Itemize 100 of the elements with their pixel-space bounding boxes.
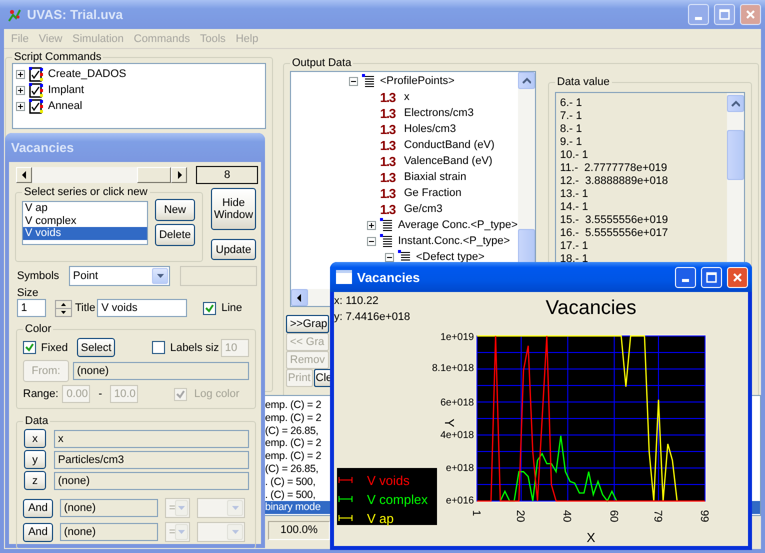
caret-down-icon	[230, 505, 240, 511]
list-item[interactable]: 8.- 1	[560, 123, 723, 136]
tree-item[interactable]: Create_DADOS	[48, 68, 126, 80]
group-label: Output Data	[291, 57, 352, 69]
axis-button[interactable]: x	[24, 429, 46, 448]
axis-tick-label: e+016	[446, 495, 474, 506]
legend-label: V complex	[367, 492, 428, 507]
list-icon	[380, 218, 394, 232]
list-item[interactable]: 18.- 1	[560, 253, 723, 266]
scroll-up-button[interactable]	[727, 95, 744, 112]
tree-item[interactable]: <ProfilePoints>	[380, 75, 455, 87]
list-item[interactable]: 15.- 3.5555556e+019	[560, 214, 723, 227]
window-title: Vacancies	[357, 270, 421, 284]
list-item[interactable]: 11.- 2.7777778e+019	[560, 162, 723, 175]
axis-tick-label: 4e+018	[440, 430, 474, 442]
group-label: Data	[24, 415, 50, 427]
minimize-icon	[695, 16, 702, 20]
tree-item[interactable]: Implant	[48, 84, 84, 96]
list-icon	[362, 74, 376, 88]
axis-title: X	[586, 530, 596, 545]
window-title: UVAS: Trial.uva	[27, 7, 124, 22]
list-item[interactable]: 12.- 3.8888889e+018	[560, 175, 723, 188]
field-label: Range:	[23, 388, 58, 400]
scroll-up-button[interactable]	[518, 72, 535, 89]
list-item[interactable]: V ap	[23, 202, 147, 214]
up-down-arrows-icon	[55, 300, 72, 316]
axis-tick-label: 60	[607, 510, 620, 522]
tree-item[interactable]: Holes/cm3	[404, 123, 456, 135]
expand-icon[interactable]	[16, 86, 25, 94]
type-label: 1.3	[380, 202, 397, 216]
tree-item[interactable]: ValenceBand (eV)	[404, 155, 492, 167]
filter-field: (none)	[60, 499, 158, 517]
axis-tick-label: 8.1e+018	[432, 363, 474, 374]
tree-item[interactable]: <Defect type>	[416, 251, 484, 263]
axis-tick-label: 20	[514, 510, 526, 522]
checkmark-icon	[176, 390, 186, 398]
chevron-up-icon	[731, 98, 740, 108]
caret-down-icon	[177, 505, 186, 511]
checklist-icon	[29, 98, 44, 114]
axis-tick-label: 1	[470, 510, 482, 516]
series-button[interactable]: Delete	[155, 224, 195, 246]
axis-tick-label: 79	[651, 510, 664, 522]
field-label: Size	[16, 287, 40, 299]
tree-item[interactable]: Average Conc.<P_type>	[398, 219, 518, 231]
expand-icon[interactable]	[16, 70, 25, 78]
tree-item[interactable]: x	[404, 91, 410, 103]
tree-item[interactable]: Instant.Conc.<P_type>	[398, 235, 510, 247]
axis-field: Particles/cm3	[54, 450, 249, 468]
tree-item[interactable]: Biaxial strain	[404, 171, 466, 183]
type-label: 1.3	[380, 90, 397, 104]
tree-item[interactable]: Ge Fraction	[404, 187, 462, 199]
select-button[interactable]: Select	[76, 338, 116, 357]
collapse-icon[interactable]	[349, 76, 358, 86]
collapse-icon[interactable]	[385, 252, 394, 262]
scroll-right-button[interactable]	[171, 167, 188, 183]
axis-field: (none)	[54, 472, 249, 490]
chart-title: Vacancies	[546, 297, 636, 319]
minimize-icon	[682, 279, 689, 282]
type-label: 1.3	[380, 154, 397, 168]
list-item[interactable]: 6.- 1	[560, 97, 723, 110]
field-label: Title	[75, 302, 96, 314]
tree-item[interactable]: Ge/cm3	[404, 203, 443, 215]
scroll-left-button[interactable]	[291, 289, 308, 306]
list-item[interactable]: 7.- 1	[560, 110, 723, 123]
checkmark-icon	[25, 343, 34, 352]
axis-button[interactable]: y	[24, 450, 46, 469]
tree-item[interactable]: Anneal	[48, 100, 82, 112]
expand-icon[interactable]	[16, 102, 25, 110]
caret-down-icon	[230, 529, 240, 535]
series-button[interactable]: New	[155, 199, 195, 221]
type-label: 1.3	[380, 122, 397, 136]
list-item[interactable]: 17.- 1	[560, 240, 723, 253]
list-item[interactable]: V voids	[23, 227, 147, 240]
axis-title: Y	[442, 418, 457, 428]
group-label: Data value	[556, 76, 611, 88]
checkbox-label: Labels siz	[170, 342, 219, 354]
list-item[interactable]: 13.- 1	[560, 188, 723, 201]
collapse-icon[interactable]	[367, 236, 376, 246]
maximize-icon	[719, 9, 730, 20]
list-item[interactable]: V complex	[23, 214, 147, 227]
list-item[interactable]: 10.- 1	[560, 149, 723, 162]
sprout-icon	[6, 6, 22, 22]
graph-button[interactable]: >>Grap	[286, 315, 329, 333]
list-item[interactable]: 14.- 1	[560, 201, 723, 214]
group-label: Select series or click new	[23, 186, 148, 198]
tree-item[interactable]: Electrons/cm3	[404, 107, 474, 119]
scroll-thumb[interactable]	[727, 130, 744, 180]
list-item[interactable]: 9.- 1	[560, 136, 723, 149]
list-item[interactable]: 16.- 5.5555556e+017	[560, 227, 723, 240]
checkbox-label: Log color	[194, 388, 240, 400]
checkbox-label: Fixed	[41, 342, 68, 354]
axis-button[interactable]: z	[24, 471, 46, 490]
chevron-up-icon	[522, 76, 531, 86]
type-label: 1.3	[380, 186, 397, 200]
checklist-icon	[29, 66, 44, 82]
tree-item[interactable]: ConductBand (eV)	[404, 139, 494, 151]
type-label: 1.3	[380, 170, 397, 184]
checkbox[interactable]	[23, 341, 36, 354]
expand-icon[interactable]	[367, 220, 376, 230]
checkbox-label: Line	[221, 302, 242, 314]
